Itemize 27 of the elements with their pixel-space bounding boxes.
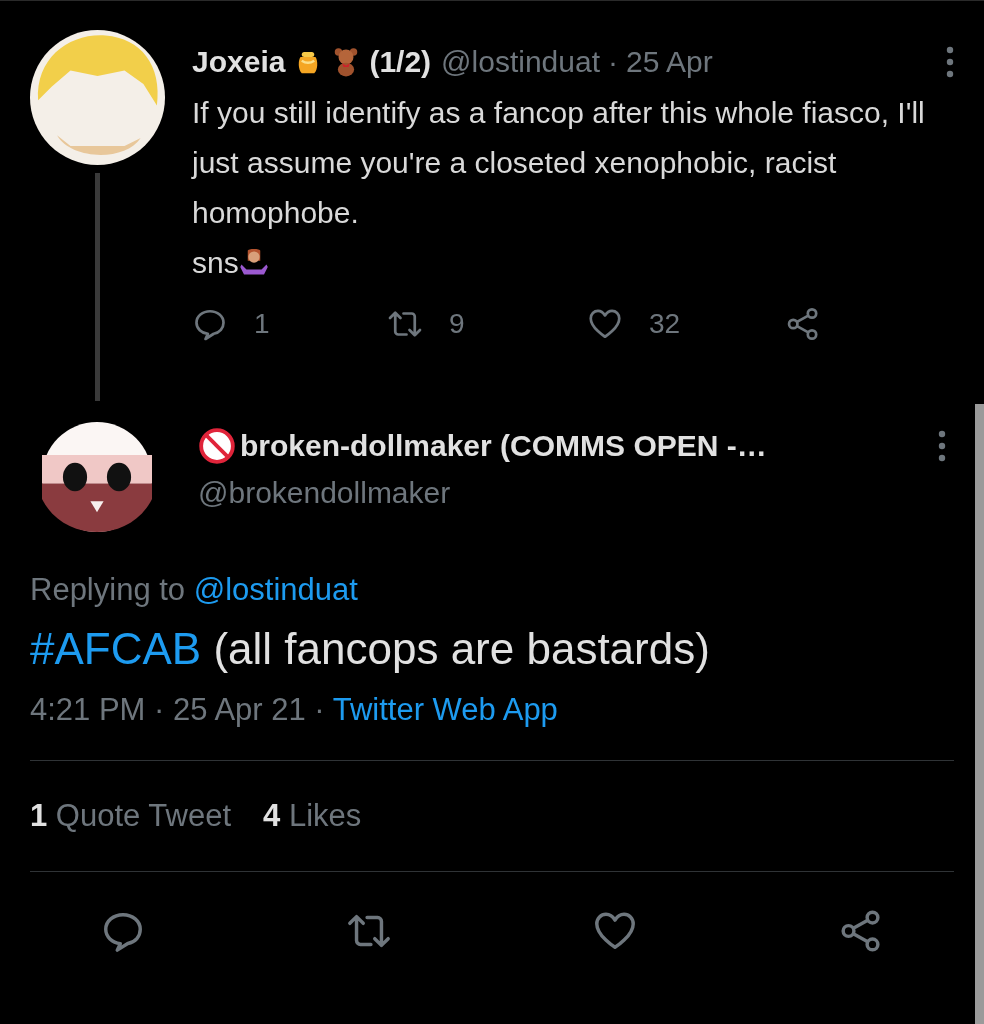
share-icon [785, 306, 821, 342]
tweet-text: #AFCAB (all fancops are bastards) [30, 624, 711, 674]
tweet-text: If you still identify as a fancop after this whole fiasco, I'll just assume you're a closeted xenophobic, racist homophobe. sns [192, 95, 926, 281]
stat-link[interactable]: 4 Likes [263, 798, 362, 834]
share-button[interactable] [785, 306, 821, 342]
source-link[interactable]: Twitter Web App [332, 692, 558, 727]
tweet-timestamp: 4:21 PM · 25 Apr 21 · Twitter Web App [30, 692, 559, 728]
like-button[interactable]: 32 [587, 306, 681, 342]
avatar[interactable] [30, 30, 165, 165]
user-handle[interactable]: @brokendollmaker [198, 476, 954, 510]
user-handle[interactable]: @lostinduat [441, 45, 600, 79]
scrollbar[interactable] [975, 404, 984, 1024]
separator-dot: · [608, 45, 618, 79]
user-name[interactable]: broken-dollmaker (COMMS OPEN -… [240, 429, 767, 463]
reply-button[interactable]: 1 [192, 306, 270, 342]
user-name[interactable]: Joxeia [192, 45, 286, 79]
retweet-button[interactable]: 9 [387, 306, 465, 342]
stat-link[interactable]: 1 Quote Tweet [30, 798, 232, 834]
mention-link[interactable]: @lostinduat [193, 572, 358, 607]
more-icon [938, 430, 946, 462]
replying-to-text: Replying to @lostinduat [30, 572, 359, 608]
thread-counter: (1/2) [369, 45, 432, 79]
more-icon [946, 46, 954, 78]
avatar[interactable] [42, 422, 152, 532]
hashtag-link[interactable]: #AFCAB [30, 624, 202, 673]
tweet-date[interactable]: 25 Apr [626, 45, 713, 79]
shrugging-person-icon [238, 247, 269, 277]
